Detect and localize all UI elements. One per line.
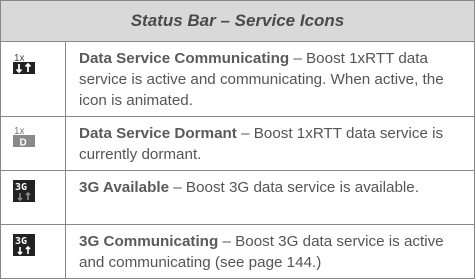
row-title: 3G Available (79, 179, 170, 196)
table-row: 1x Data Service Communicating – Boost 1x… (1, 42, 474, 117)
table-row: 3G 3G Communicating – Boost 3G data serv… (1, 225, 474, 278)
row-description: Data Service Dormant – Boost 1xRTT data … (66, 117, 474, 170)
3g-available-icon: 3G (13, 180, 35, 202)
service-icons-table: Status Bar – Service Icons 1x Data Servi… (0, 0, 475, 279)
row-text: – Boost 3G data service is available. (169, 179, 419, 196)
table-row: 1x D Data Service Dormant – Boost 1xRTT … (1, 117, 474, 171)
row-description: 3G Communicating – Boost 3G data service… (66, 225, 474, 278)
icon-cell: 1x D (1, 117, 66, 170)
table-row: 3G 3G Available – Boost 3G data service … (1, 171, 474, 225)
row-title: Data Service Communicating (79, 50, 290, 67)
row-description: Data Service Communicating – Boost 1xRTT… (66, 42, 474, 116)
row-title: Data Service Dormant (79, 125, 237, 142)
icon-cell: 3G (1, 225, 66, 278)
3g-communicating-icon: 3G (13, 234, 35, 256)
row-title: 3G Communicating (79, 233, 219, 250)
svg-text:D: D (20, 138, 27, 148)
1x-arrows-icon: 1x (13, 53, 35, 74)
svg-text:3G: 3G (15, 182, 27, 193)
table-title: Status Bar – Service Icons (1, 1, 474, 42)
1x-dormant-icon: 1x D (13, 126, 35, 148)
icon-cell: 3G (1, 171, 66, 224)
row-description: 3G Available – Boost 3G data service is … (66, 171, 474, 224)
icon-cell: 1x (1, 42, 66, 116)
svg-text:3G: 3G (15, 236, 27, 247)
